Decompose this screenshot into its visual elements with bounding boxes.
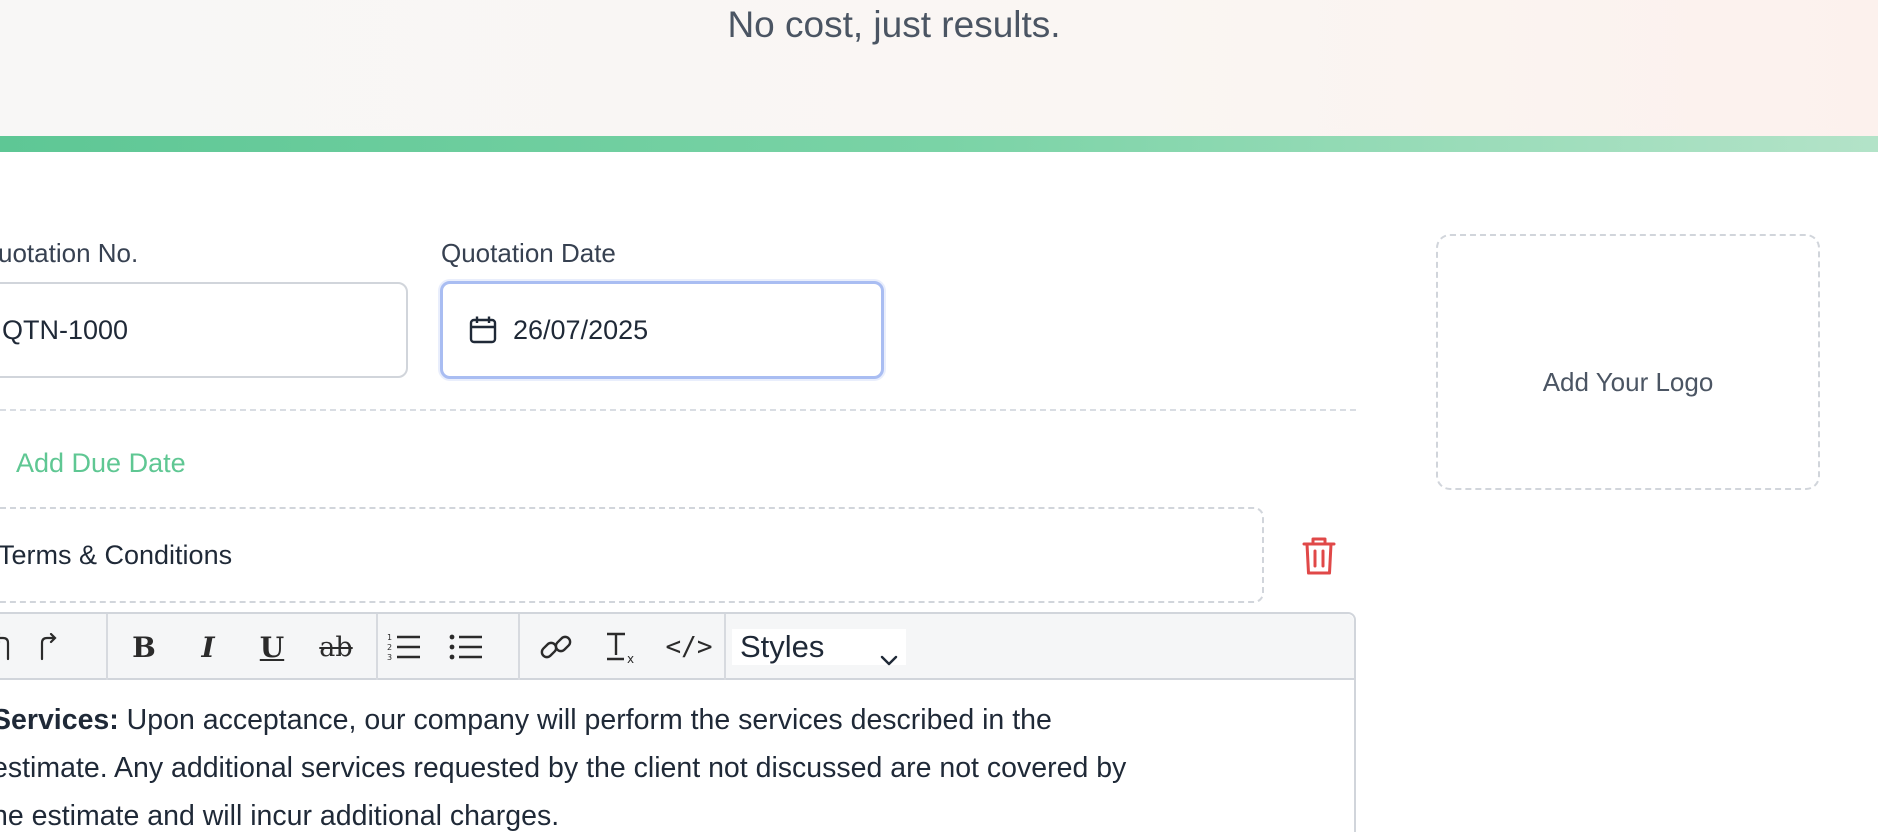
editor-text-line2: estimate. Any additional services reques… — [0, 752, 1127, 784]
logo-upload-area[interactable]: Add Your Logo — [1436, 234, 1820, 490]
strikethrough-button[interactable]: ab — [316, 627, 356, 667]
toolbar-separator — [724, 614, 726, 680]
bullet-list-icon[interactable] — [446, 627, 486, 667]
hero-tagline: No cost, just results. — [727, 4, 1061, 45]
toolbar-separator — [518, 614, 520, 680]
redo-icon[interactable] — [28, 627, 68, 667]
add-due-date-link[interactable]: Add Due Date — [16, 445, 186, 481]
editor-bold-text: Services: — [0, 704, 119, 736]
quotation-date-label: Quotation Date — [441, 238, 616, 268]
svg-text:3: 3 — [387, 653, 392, 662]
editor-content[interactable]: Services: Upon acceptance, our company w… — [0, 696, 1332, 832]
editor-paragraph-line: Services: Upon acceptance, our company w… — [0, 696, 1332, 744]
underline-button[interactable]: U — [252, 627, 292, 667]
editor-toolbar: B I U ab 1 2 3 x </> Styles — [0, 614, 1354, 680]
toolbar-separator — [376, 614, 378, 680]
calendar-icon — [467, 314, 499, 346]
accent-divider-bar — [0, 136, 1878, 152]
link-icon[interactable] — [536, 627, 576, 667]
logo-upload-label: Add Your Logo — [1542, 366, 1714, 397]
svg-text:x: x — [627, 652, 634, 665]
toolbar-separator — [106, 614, 108, 680]
quotation-no-input[interactable]: QTN-1000 — [0, 282, 408, 378]
italic-button[interactable]: I — [188, 627, 228, 667]
svg-text:2: 2 — [387, 643, 392, 652]
clear-format-icon[interactable]: x — [600, 627, 640, 667]
code-button[interactable]: </> — [664, 627, 714, 667]
quotation-date-input[interactable]: 26/07/2025 — [440, 281, 884, 379]
quotation-no-label: uotation No. — [0, 238, 139, 268]
styles-dropdown-label: Styles — [740, 629, 825, 664]
chevron-down-icon — [880, 639, 898, 666]
editor-text-line3: he estimate and will incur additional ch… — [0, 800, 560, 832]
undo-icon[interactable] — [0, 627, 22, 667]
terms-title-input[interactable]: Terms & Conditions — [0, 507, 1264, 603]
quotation-date-value: 26/07/2025 — [513, 314, 649, 345]
trash-icon[interactable] — [1300, 536, 1338, 576]
section-divider — [0, 409, 1356, 411]
terms-title-value: Terms & Conditions — [0, 539, 233, 570]
terms-rich-text-editor[interactable]: B I U ab 1 2 3 x </> Styles Services: Up… — [0, 612, 1356, 832]
styles-dropdown[interactable]: Styles — [732, 629, 906, 666]
quotation-no-value: QTN-1000 — [2, 314, 129, 345]
editor-text-line1: Upon acceptance, our company will perfor… — [118, 704, 1052, 736]
ordered-list-icon[interactable]: 1 2 3 — [384, 627, 424, 667]
hero-banner: No cost, just results. — [0, 0, 1878, 136]
svg-text:1: 1 — [387, 633, 392, 642]
bold-button[interactable]: B — [124, 627, 164, 667]
